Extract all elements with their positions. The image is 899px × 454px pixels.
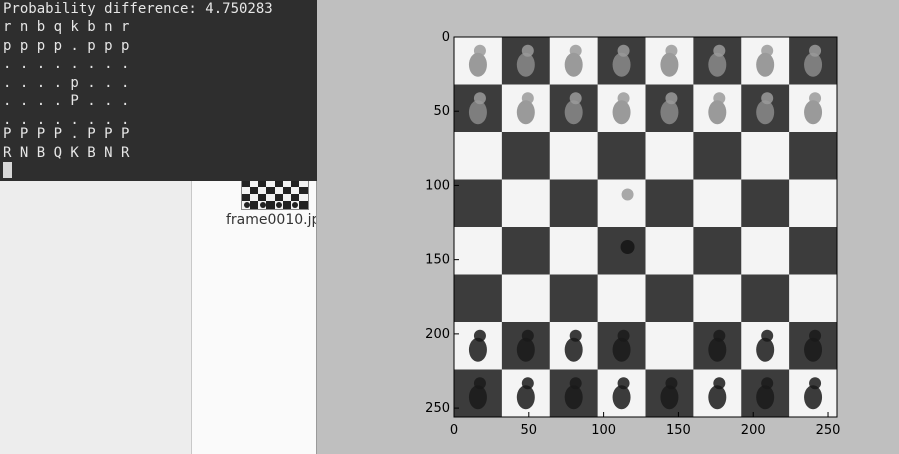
board-square — [693, 274, 742, 323]
chess-piece — [569, 329, 582, 342]
y-tick-label: 100 — [425, 178, 450, 193]
board-square — [789, 179, 838, 228]
y-tick-label: 250 — [425, 401, 450, 416]
chess-piece — [569, 44, 582, 57]
chess-piece — [761, 329, 774, 342]
board-square — [741, 132, 790, 180]
chess-piece — [620, 240, 635, 254]
chess-piece — [617, 329, 630, 342]
chessboard-thumbnail-icon — [242, 179, 308, 209]
chess-piece — [665, 92, 678, 105]
terminal-line: Probability difference: 4.750283 — [3, 1, 273, 17]
board-square — [741, 179, 790, 228]
chess-piece — [761, 44, 774, 57]
x-tick-label: 0 — [450, 423, 458, 438]
board-square — [693, 179, 742, 228]
board-square — [454, 227, 503, 275]
terminal-cursor — [3, 162, 12, 178]
chess-piece — [809, 377, 822, 390]
terminal-line: . . . . p . . . — [3, 75, 130, 91]
chess-piece — [761, 377, 774, 390]
board-square — [645, 322, 694, 370]
board-square — [597, 132, 646, 180]
chess-piece — [473, 377, 486, 390]
chess-piece — [713, 329, 726, 342]
image-plot: 0 50 100 150 200 250 0 50 100 150 200 250 — [425, 30, 841, 438]
terminal-line: r n b q k b n r — [3, 19, 130, 35]
chess-piece — [521, 377, 534, 390]
chess-piece — [665, 44, 678, 57]
chess-piece — [713, 44, 726, 57]
chess-piece — [665, 377, 678, 390]
terminal-line: R N B Q K B N R — [3, 145, 130, 161]
board-square — [501, 179, 551, 228]
board-square — [597, 274, 646, 323]
thumbnail-filename[interactable]: frame0010.jp — [226, 212, 316, 228]
y-tick-label: 150 — [425, 253, 450, 268]
chess-piece — [473, 92, 486, 105]
chessboard-image — [454, 37, 838, 418]
y-tick-label: 0 — [442, 30, 450, 45]
board-square — [693, 132, 742, 180]
chess-piece — [473, 44, 486, 57]
board-square — [597, 179, 646, 228]
y-tick-label: 200 — [425, 327, 450, 342]
chess-piece — [809, 44, 822, 57]
board-square — [789, 227, 838, 275]
board-square — [645, 227, 694, 275]
chess-piece — [521, 329, 534, 342]
chess-piece — [713, 92, 726, 105]
board-square — [597, 227, 646, 275]
terminal-line: . . . . . . . . — [3, 56, 130, 72]
board-square — [789, 132, 838, 180]
terminal-line: p p p p . p p p — [3, 38, 130, 54]
terminal-window[interactable]: Probability difference: 4.750283 r n b q… — [0, 0, 317, 181]
image-thumbnail[interactable] — [241, 178, 309, 210]
chess-piece — [621, 188, 634, 201]
board-square — [741, 227, 790, 275]
board-square — [549, 227, 599, 275]
x-tick-label: 200 — [741, 423, 766, 438]
chess-piece — [761, 92, 774, 105]
board-square — [645, 132, 694, 180]
chess-piece — [569, 377, 582, 390]
terminal-line: . . . . P . . . — [3, 93, 130, 109]
board-square — [501, 132, 551, 180]
board-square — [501, 274, 551, 323]
chess-piece — [473, 329, 486, 342]
board-square — [549, 179, 599, 228]
x-tick-label: 50 — [521, 423, 538, 438]
chess-piece — [809, 92, 822, 105]
chess-piece — [809, 329, 822, 342]
board-square — [454, 179, 503, 228]
matplotlib-figure: 0 50 100 150 200 250 0 50 100 150 200 250 — [317, 0, 899, 454]
chess-piece — [713, 377, 726, 390]
chess-piece — [617, 377, 630, 390]
board-square — [454, 274, 503, 323]
board-square — [645, 179, 694, 228]
x-tick-label: 150 — [666, 423, 691, 438]
board-square — [501, 227, 551, 275]
terminal-line: P P P P . P P P — [3, 126, 130, 142]
chess-piece — [521, 92, 534, 105]
x-tick-label: 250 — [816, 423, 841, 438]
board-square — [693, 227, 742, 275]
board-square — [789, 274, 838, 323]
board-square — [741, 274, 790, 323]
x-tick-label: 100 — [591, 423, 616, 438]
y-tick-label: 50 — [433, 104, 450, 119]
chess-piece — [521, 44, 534, 57]
board-square — [454, 132, 503, 180]
board-square — [645, 274, 694, 323]
board-square — [549, 132, 599, 180]
board-square — [549, 274, 599, 323]
chess-piece — [617, 92, 630, 105]
chess-piece — [617, 44, 630, 57]
chess-piece — [569, 92, 582, 105]
